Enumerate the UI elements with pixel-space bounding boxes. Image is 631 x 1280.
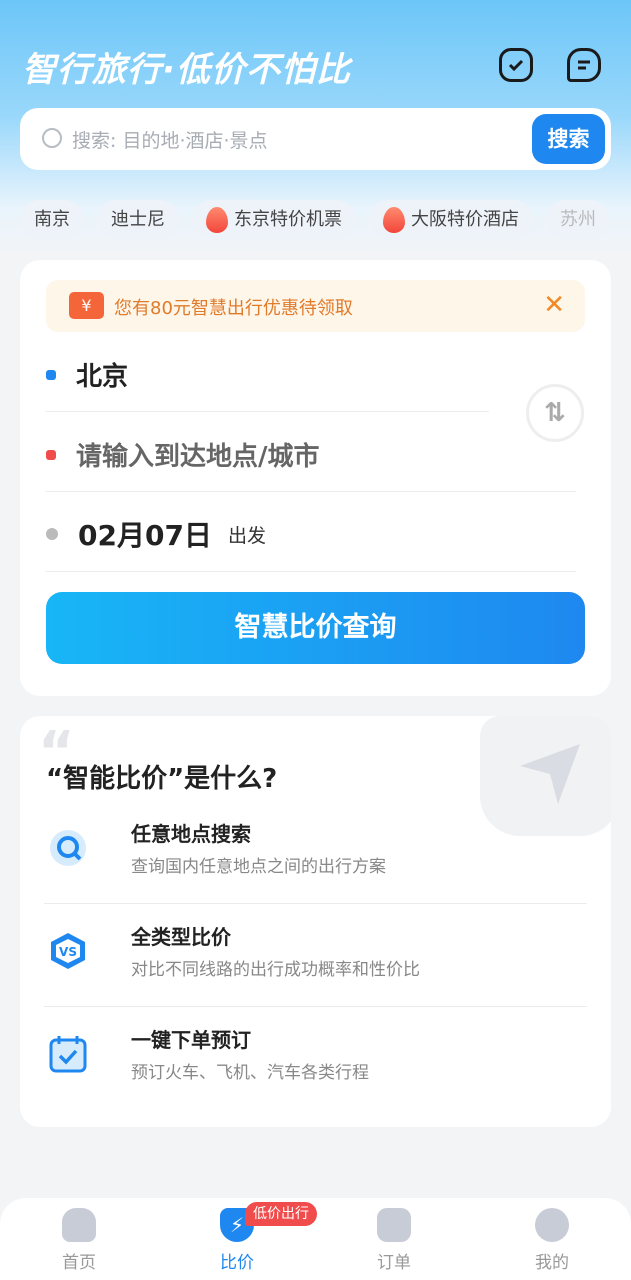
chip[interactable]: 苏州 [546, 200, 610, 240]
promo-text: 您有80元智慧出行优惠待领取 [114, 298, 353, 319]
home-icon [62, 1208, 96, 1242]
hot-chips: 南京 迪士尼 东京特价机票 大阪特价酒店 苏州 [20, 200, 610, 240]
tab-label: 比价 [220, 1253, 254, 1273]
profile-icon [535, 1208, 569, 1242]
chip[interactable]: 南京 [20, 200, 84, 240]
chip-label: 迪士尼 [111, 209, 165, 230]
order-icon [377, 1208, 411, 1242]
feature-title: 任意地点搜索 [131, 822, 251, 846]
feature-item: 一键下单预订 预订火车、飞机、汽车各类行程 [44, 1006, 587, 1109]
tab-label: 首页 [62, 1253, 96, 1273]
from-city: 北京 [76, 362, 129, 392]
to-field[interactable]: 请输入到达地点/城市 [46, 436, 320, 473]
search-bar[interactable]: 搜索: 目的地·酒店·景点 搜索 [20, 108, 611, 170]
vs-icon: VS [51, 933, 85, 969]
tab-home[interactable]: 首页 [39, 1208, 119, 1273]
tab-label: 订单 [377, 1253, 411, 1273]
date-field[interactable]: 02月07日 出发 [46, 514, 266, 554]
feature-title: 一键下单预订 [131, 1028, 251, 1052]
svg-text:VS: VS [59, 945, 77, 959]
chip-label: 大阪特价酒店 [411, 209, 519, 230]
to-dot-icon [46, 449, 56, 460]
from-field[interactable]: 北京 [46, 356, 128, 393]
tab-orders[interactable]: 订单 [354, 1208, 434, 1273]
swap-icon[interactable]: ⇅ [526, 384, 584, 442]
feature-desc: 预订火车、飞机、汽车各类行程 [131, 1063, 369, 1083]
divider [46, 411, 489, 412]
feature-item: VS 全类型比价 对比不同线路的出行成功概率和性价比 [44, 903, 587, 1006]
alarm-check-icon[interactable] [499, 48, 533, 82]
chip[interactable]: 大阪特价酒店 [369, 200, 533, 240]
slogan: 智行旅行·低价不怕比 [22, 50, 351, 90]
feature-item: 任意地点搜索 查询国内任意地点之间的出行方案 [44, 800, 587, 903]
search-icon [42, 128, 62, 148]
tab-label: 我的 [535, 1253, 569, 1273]
fire-icon [383, 207, 405, 233]
chip[interactable]: 东京特价机票 [192, 200, 356, 240]
tab-badge: 低价出行 [245, 1202, 317, 1226]
chip-label: 东京特价机票 [234, 209, 342, 230]
search-button[interactable]: 搜索 [532, 114, 605, 164]
from-dot-icon [46, 369, 56, 380]
calendar-check-icon [49, 1036, 87, 1073]
to-input[interactable]: 请输入到达地点/城市 [76, 436, 320, 473]
intro-card: “ “智能比价”是什么? 任意地点搜索 查询国内任意地点之间的出行方案 VS 全… [20, 716, 611, 1127]
intro-title: “智能比价”是什么? [46, 764, 278, 794]
chip[interactable]: 迪士尼 [97, 200, 179, 240]
message-icon[interactable] [567, 48, 601, 82]
close-icon[interactable]: ✕ [543, 290, 565, 320]
coupon-icon: ¥ [69, 292, 104, 319]
promo-banner[interactable]: ¥ 您有80元智慧出行优惠待领取 ✕ [46, 280, 585, 332]
feature-desc: 查询国内任意地点之间的出行方案 [131, 857, 386, 877]
date-suffix: 出发 [227, 524, 266, 547]
chip-label: 南京 [34, 209, 70, 230]
date-value: 02月07日 [78, 519, 212, 552]
booking-card: ¥ 您有80元智慧出行优惠待领取 ✕ 北京 ⇅ 请输入到达地点/城市 02月07… [20, 260, 611, 696]
clock-icon [46, 528, 58, 540]
tab-profile[interactable]: 我的 [512, 1208, 592, 1273]
divider [46, 571, 576, 572]
divider [46, 491, 576, 492]
search-location-icon [50, 830, 86, 866]
chip-label: 苏州 [560, 209, 596, 230]
feature-desc: 对比不同线路的出行成功概率和性价比 [131, 960, 420, 980]
search-input[interactable]: 搜索: 目的地·酒店·景点 [72, 126, 268, 153]
fire-icon [206, 207, 228, 233]
compare-search-button[interactable]: 智慧比价查询 [46, 592, 585, 664]
feature-title: 全类型比价 [131, 925, 231, 949]
